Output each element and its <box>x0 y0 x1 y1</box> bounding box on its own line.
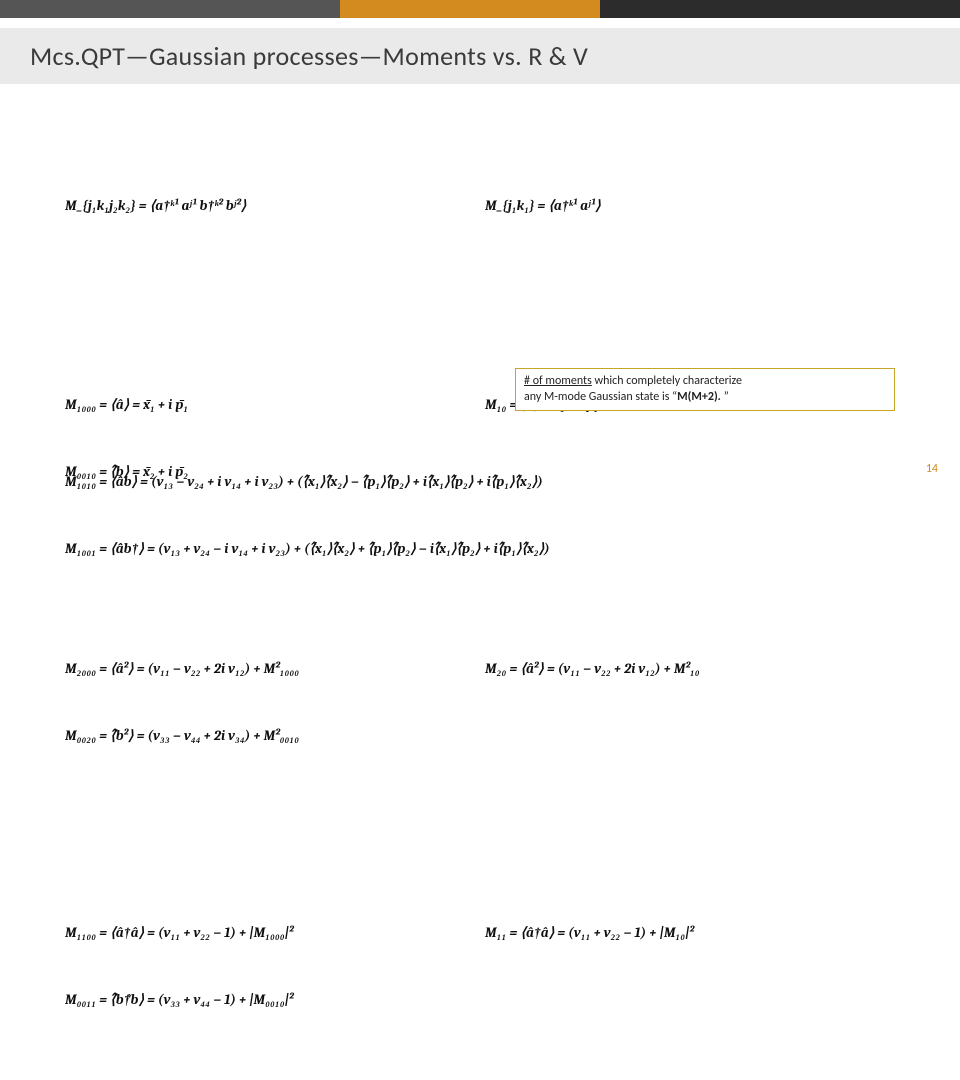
moment-definition-right: M_{j₁k₁} = ⟨a†ᵏ¹ aʲ¹⟩ <box>485 195 925 217</box>
accent-segment <box>0 0 340 18</box>
top-accent-bar <box>0 0 960 18</box>
note-text: any M-mode Gaussian state is “ <box>524 390 677 404</box>
cross-moment-equations: M₁₀₁₀ = ⟨â̂b⟩ = (v₁₃ − v₂₄ + i v₁₄ + i v… <box>65 426 935 583</box>
eq-m0011: M₀₀₁₁ = ⟨̂b†̂b⟩ = (v₃₃ + v₄₄ − 1) + |M₀₀… <box>65 989 485 1011</box>
note-text-bold: M(M+2). <box>677 390 721 404</box>
moment-definition-left: M_{j₁k₁j₂k₂} = ⟨a†ᵏ¹ aʲ¹ b†ᵏ² bʲ²⟩ <box>65 195 485 217</box>
slide-title-bar: Mcs.QPT—Gaussian processes—Moments vs. R… <box>0 28 960 84</box>
eq-m0020: M₀₀₂₀ = ⟨̂b²⟩ = (v₃₃ − v₄₄ + 2i v₃₄) + M… <box>65 725 485 747</box>
eq-m2000: M₂₀₀₀ = ⟨â²⟩ = (v₁₁ − v₂₂ + 2i v₁₂) + M²… <box>65 658 485 680</box>
page-number: 14 <box>926 462 938 476</box>
note-text: which completely characterize <box>592 374 742 388</box>
accent-segment <box>340 0 600 18</box>
eq-m1010: M₁₀₁₀ = ⟨â̂b⟩ = (v₁₃ − v₂₄ + i v₁₄ + i v… <box>65 471 935 493</box>
eq-m11: M₁₁ = ⟨â†â⟩ = (v₁₁ + v₂₂ − 1) + |M₁₀|² <box>485 922 925 944</box>
note-box: # of moments which completely characteri… <box>515 368 895 411</box>
eq-m20: M₂₀ = ⟨â²⟩ = (v₁₁ − v₂₂ + 2i v₁₂) + M²₁₀ <box>485 658 925 680</box>
slide-title: Mcs.QPT—Gaussian processes—Moments vs. R… <box>30 40 588 72</box>
eq-m1000: M₁₀₀₀ = ⟨â⟩ = x̄₁ + i p̄₁ <box>65 394 485 416</box>
eq-m1001: M₁₀₀₁ = ⟨â̂b†⟩ = (v₁₃ + v₂₄ − i v₁₄ + i … <box>65 538 935 560</box>
note-text: ” <box>721 390 729 404</box>
accent-segment <box>600 0 960 18</box>
equations-block: M_{j₁k₁j₂k₂} = ⟨a†ᵏ¹ aʲ¹ b†ᵏ² bʲ²⟩ M_{j₁… <box>65 105 925 1080</box>
note-text: # of moments <box>524 374 592 388</box>
eq-m1100: M₁₁₀₀ = ⟨â†â⟩ = (v₁₁ + v₂₂ − 1) + |M₁₀₀₀… <box>65 922 485 944</box>
